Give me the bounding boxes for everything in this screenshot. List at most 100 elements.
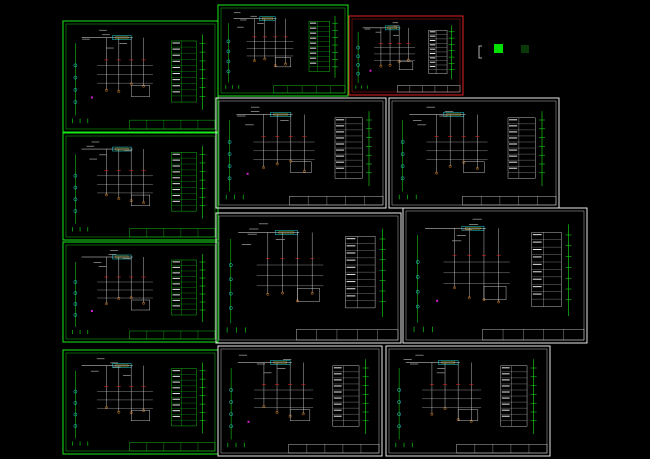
terminal-label-mark (501, 367, 510, 369)
terminal-label-mark (172, 165, 180, 167)
label-mark (283, 359, 292, 360)
title-block (129, 442, 216, 452)
terminal-label-mark (501, 409, 510, 411)
load-box (130, 194, 150, 206)
label-mark (452, 240, 462, 242)
terminal-label-mark (346, 252, 356, 254)
terminal-label-mark (333, 409, 342, 411)
load-box (130, 410, 150, 421)
label-mark (247, 233, 257, 235)
terminal-label-mark (333, 379, 342, 381)
terminal-label-mark (509, 149, 518, 151)
legend-layer (478, 44, 529, 59)
terminal-label-mark (501, 379, 510, 381)
terminal-label-mark (501, 385, 510, 387)
terminal-label-mark (532, 249, 542, 251)
label-mark (122, 374, 131, 376)
terminal-label-mark (509, 155, 518, 157)
terminal-label-mark (310, 52, 317, 54)
terminal-label-mark (346, 295, 356, 297)
marker-dot (90, 96, 93, 99)
label-mark (417, 124, 426, 126)
terminal-label-mark (532, 234, 542, 236)
label-mark (393, 34, 399, 36)
label-mark (275, 239, 285, 240)
label-mark (375, 31, 382, 33)
sheet-inner-border (65, 244, 216, 340)
terminal-label-mark (532, 293, 542, 295)
label-mark (245, 124, 254, 126)
title-block (397, 85, 461, 93)
label-mark (93, 262, 102, 263)
terminal-label-mark (336, 149, 345, 151)
label-mark (364, 28, 371, 30)
terminal-label-mark (509, 119, 518, 121)
terminal-label-mark (172, 288, 180, 290)
terminal-label-mark (310, 22, 317, 24)
legend-swatch-bright (494, 44, 503, 53)
terminal-label-mark (172, 272, 180, 274)
terminal-label-mark (310, 57, 317, 59)
load-box (398, 61, 414, 70)
terminal-label-mark (509, 137, 518, 139)
terminal-label-mark (172, 200, 180, 202)
label-mark (122, 258, 131, 259)
terminal-label-mark (429, 66, 436, 68)
terminal-label-mark (333, 397, 342, 399)
terminal-label-mark (346, 273, 356, 275)
terminal-label-mark (172, 153, 180, 155)
sheet-inner-border (65, 352, 216, 452)
label-mark (82, 38, 90, 40)
label-mark (233, 12, 241, 14)
terminal-label-mark (532, 256, 542, 258)
terminal-label-mark (501, 373, 510, 375)
terminal-label-mark (172, 266, 180, 268)
schematic-sheet (62, 241, 219, 343)
terminal-label-mark (509, 167, 518, 169)
terminal-label-mark (501, 415, 510, 417)
terminal-label-mark (429, 57, 436, 59)
title-block (129, 330, 216, 340)
sheet-inner-border (218, 100, 384, 206)
label-mark (99, 154, 107, 156)
label-mark (277, 368, 286, 369)
terminal-label-mark (172, 48, 180, 50)
label-mark (437, 368, 446, 369)
load-box (463, 161, 485, 174)
load-box (483, 286, 507, 300)
terminal-label-mark (346, 238, 356, 240)
terminal-label-mark (429, 35, 436, 37)
label-mark (110, 362, 119, 364)
terminal-label-mark (172, 66, 180, 68)
terminal-label-mark (172, 159, 180, 161)
terminal-label-mark (172, 171, 180, 173)
sheet-inner-border (65, 23, 216, 130)
label-mark (241, 244, 252, 245)
load-box (130, 85, 150, 97)
terminal-label-mark (333, 415, 342, 417)
terminal-label-mark (346, 245, 356, 247)
terminal-label-mark (172, 381, 180, 383)
label-mark (439, 115, 448, 117)
terminal-label-mark (429, 61, 436, 63)
label-mark (412, 120, 422, 121)
label-mark (237, 115, 246, 117)
terminal-label-mark (501, 403, 510, 405)
label-mark (444, 111, 454, 112)
label-mark (112, 366, 121, 368)
terminal-label-mark (310, 37, 317, 39)
terminal-label-mark (172, 79, 180, 81)
label-mark (124, 150, 133, 151)
sheet-inner-border (391, 100, 557, 206)
label-mark (237, 26, 244, 28)
terminal-label-mark (336, 131, 345, 133)
terminal-label-mark (172, 189, 180, 191)
title-block (129, 119, 216, 130)
terminal-label-mark (333, 385, 342, 387)
terminal-label-mark (172, 404, 180, 406)
marker-dot (90, 310, 93, 312)
terminal-label-mark (172, 283, 180, 285)
label-mark (436, 372, 445, 374)
label-mark (102, 34, 110, 36)
terminal-label-mark (172, 60, 180, 62)
